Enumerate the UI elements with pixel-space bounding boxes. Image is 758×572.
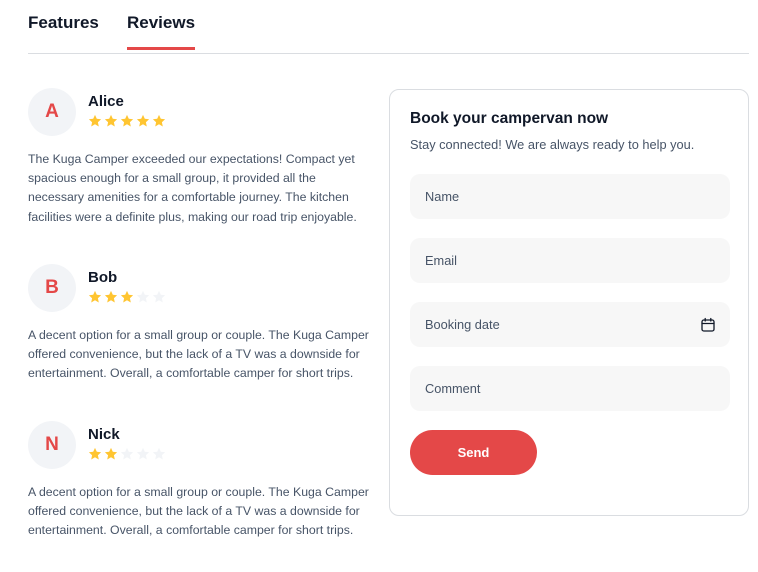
review-item: B Bob A decent option for a small group … (28, 264, 373, 384)
review-text: A decent option for a small group or cou… (28, 485, 369, 538)
star-filled-icon (88, 114, 102, 127)
star-empty-icon (136, 447, 150, 460)
star-filled-icon (88, 290, 102, 303)
reviewer-name: Bob (88, 269, 118, 286)
send-button[interactable]: Send (410, 430, 537, 475)
review-item: A Alice The Kuga Camper exceeded our exp… (28, 88, 373, 227)
name-input[interactable]: Name (410, 174, 730, 219)
star-filled-icon (120, 114, 134, 127)
star-rating (88, 290, 166, 304)
reviewer-name: Nick (88, 426, 120, 443)
comment-input[interactable]: Comment (410, 366, 730, 411)
star-empty-icon (152, 290, 166, 303)
booking-subtitle: Stay connected! We are always ready to h… (410, 137, 695, 152)
review-header: N Nick (28, 421, 373, 481)
star-filled-icon (88, 447, 102, 460)
star-filled-icon (136, 114, 150, 127)
tab-reviews[interactable]: Reviews (127, 13, 196, 50)
booking-title: Book your campervan now (410, 110, 609, 127)
reviewer-info: Bob (88, 270, 166, 304)
review-item: N Nick A decent option for a small group… (28, 421, 373, 541)
booking-date-input[interactable]: Booking date (410, 302, 730, 347)
email-input[interactable]: Email (410, 238, 730, 283)
star-rating (88, 447, 166, 461)
calendar-icon[interactable] (700, 317, 716, 333)
star-filled-icon (104, 290, 118, 303)
review-text: A decent option for a small group or cou… (28, 328, 369, 381)
star-rating (88, 114, 166, 128)
star-filled-icon (152, 114, 166, 127)
star-empty-icon (120, 447, 134, 460)
star-empty-icon (152, 447, 166, 460)
star-filled-icon (104, 447, 118, 460)
review-header: A Alice (28, 88, 373, 148)
reviewer-name: Alice (88, 93, 124, 110)
review-header: B Bob (28, 264, 373, 324)
tab-bar: Features Reviews (28, 0, 749, 54)
star-filled-icon (120, 290, 134, 303)
reviewer-info: Alice (88, 94, 166, 128)
star-empty-icon (136, 290, 150, 303)
avatar: N (28, 421, 76, 469)
booking-form: Book your campervan now Stay connected! … (389, 89, 749, 516)
tab-features[interactable]: Features (28, 13, 99, 49)
avatar: A (28, 88, 76, 136)
avatar: B (28, 264, 76, 312)
booking-date-placeholder: Booking date (425, 317, 500, 332)
star-filled-icon (104, 114, 118, 127)
review-text: The Kuga Camper exceeded our expectation… (28, 152, 357, 224)
reviewer-info: Nick (88, 427, 166, 461)
